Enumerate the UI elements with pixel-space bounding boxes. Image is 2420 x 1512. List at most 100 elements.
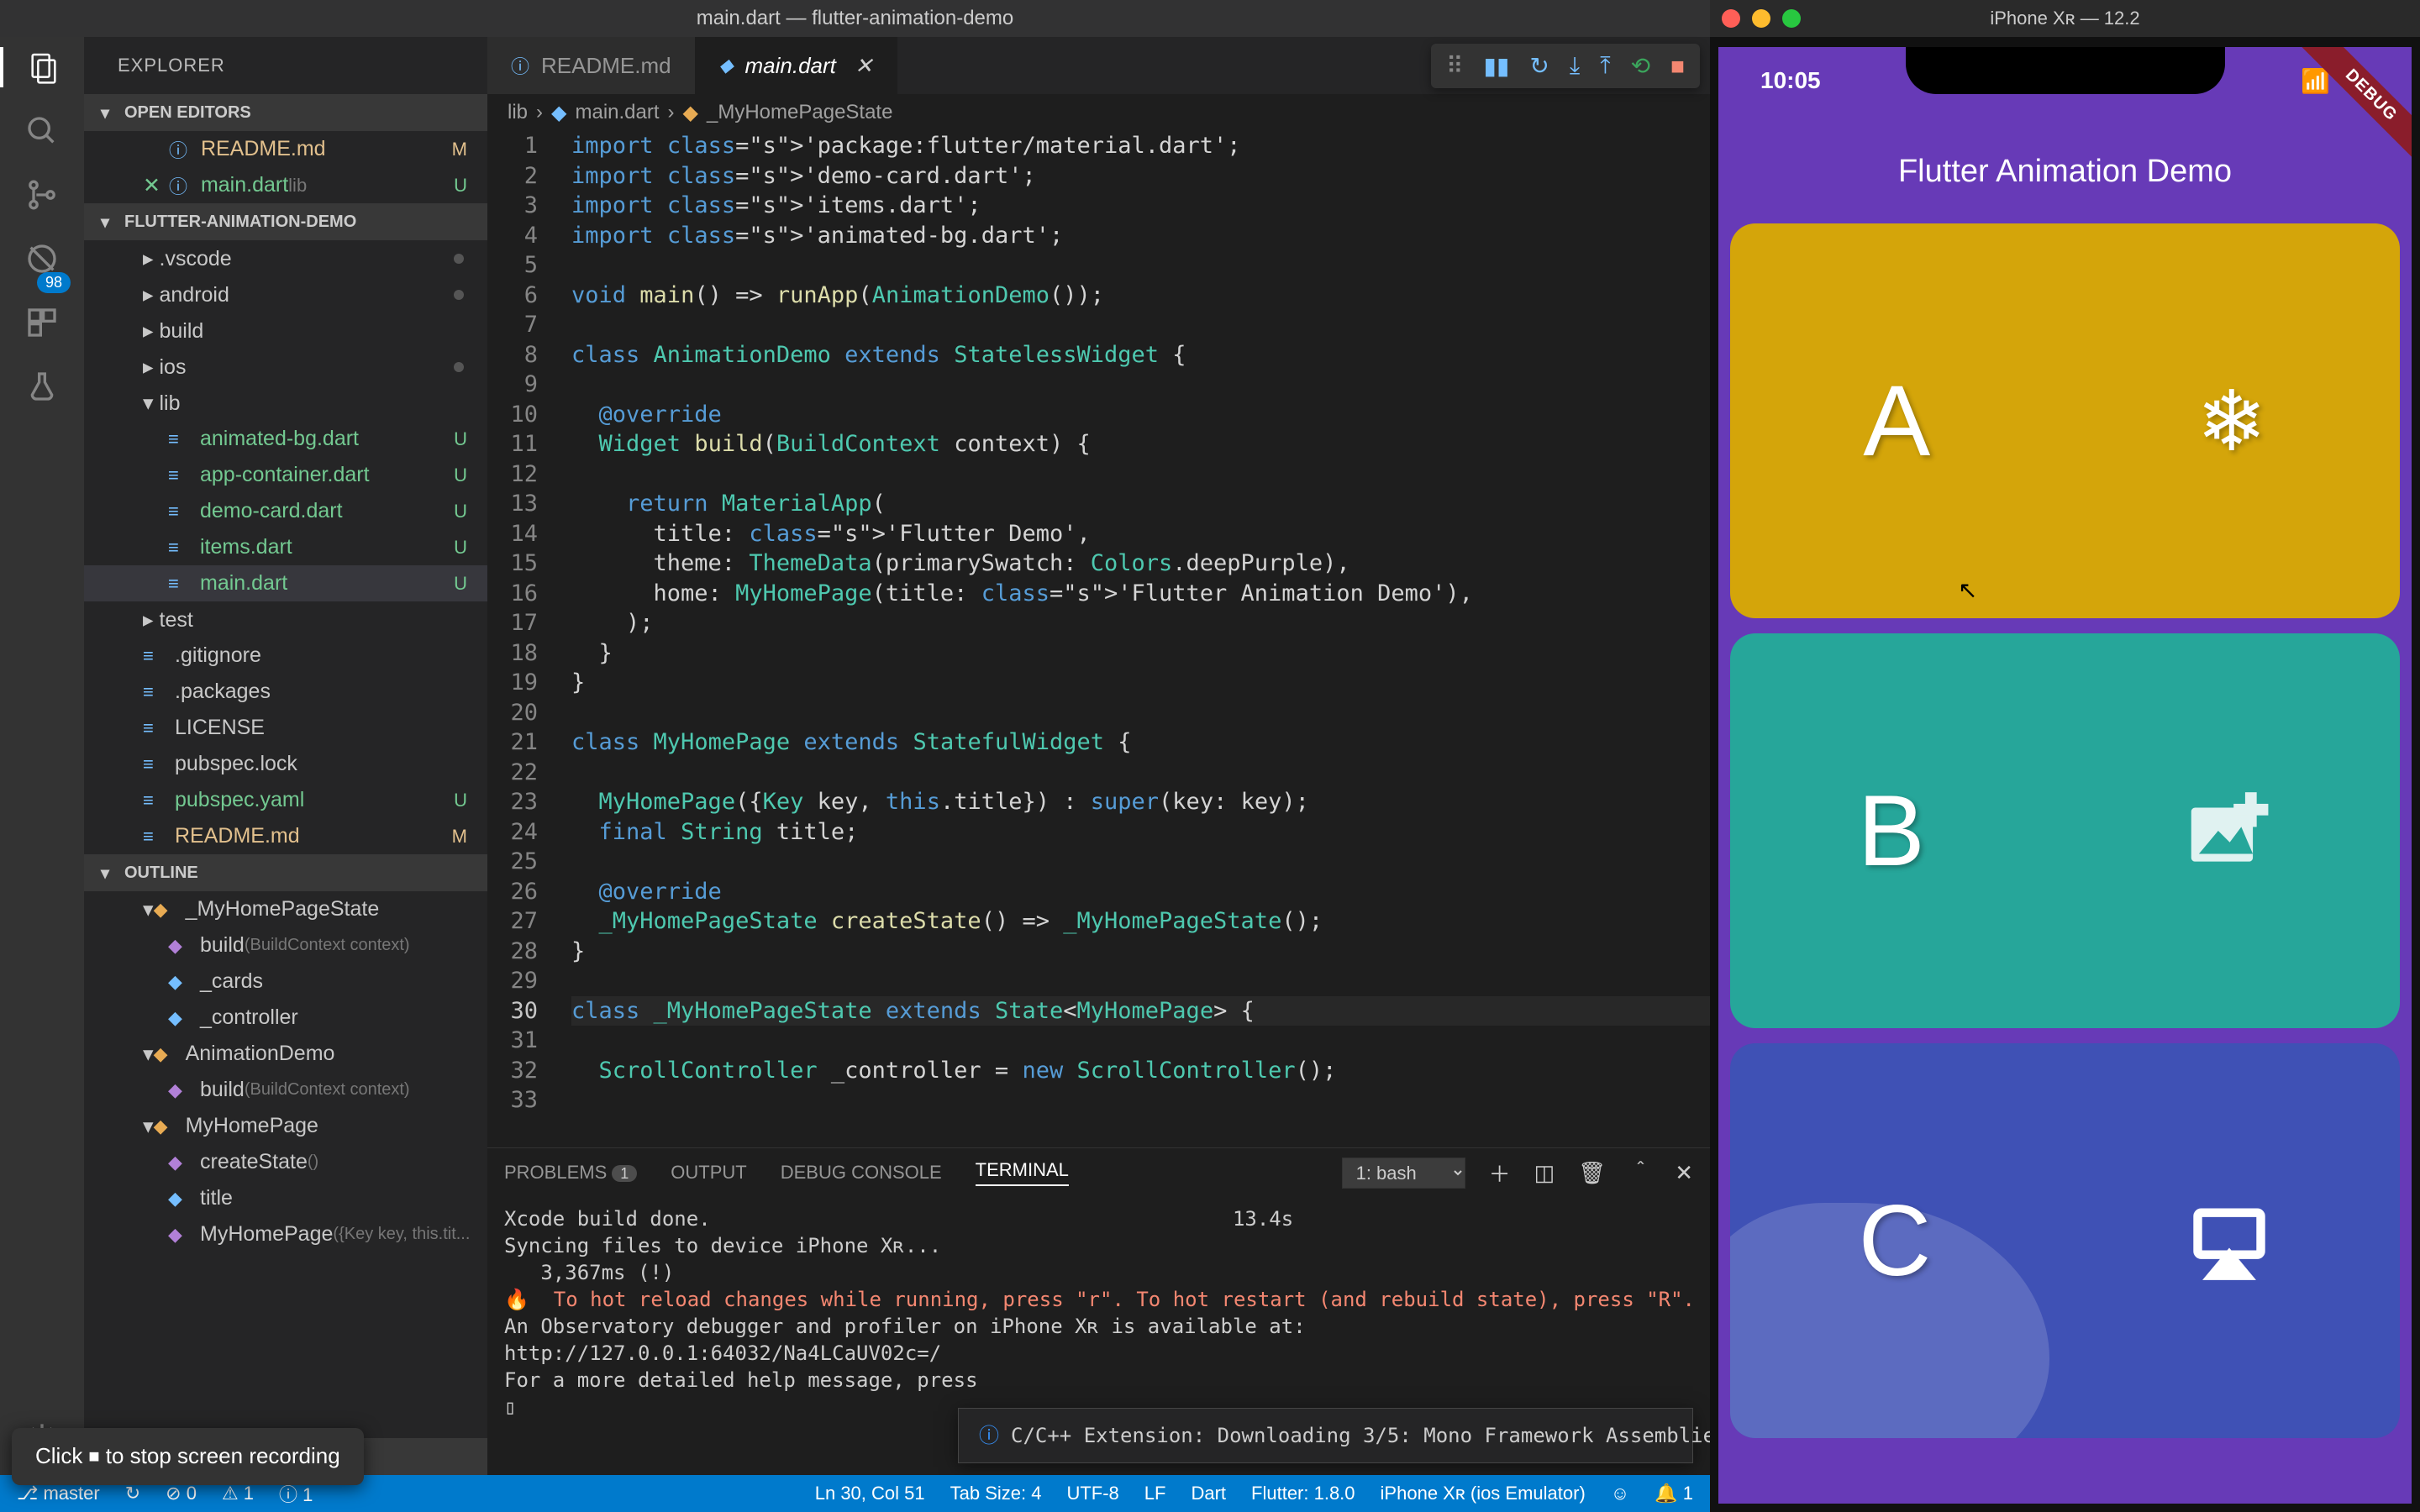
file-item[interactable]: ≡.packages [84,674,487,710]
source-control-icon[interactable] [22,175,62,215]
info-icon: ⓘ [979,1422,999,1449]
maximize-panel-icon[interactable]: ＾ [1629,1158,1651,1189]
flutter-test-icon[interactable] [22,366,62,407]
file-item[interactable]: ≡animated-bg.dartU [84,421,487,457]
outline-item[interactable]: ◆build (BuildContext context) [84,927,487,963]
code-editor[interactable]: 1234567891011121314151617181920212223242… [487,131,1710,1147]
notification-toast[interactable]: ⓘC/C++ Extension: Downloading 3/5: Mono … [958,1408,1693,1463]
git-branch[interactable]: ⎇ master [17,1483,100,1504]
open-editor-item[interactable]: ✕ⓘmain.dart libU [84,167,487,203]
tab-problems[interactable]: PROBLEMS1 [504,1162,637,1184]
screen-recording-notice[interactable]: Click ⏹ to stop screen recording [12,1428,364,1485]
stop-icon[interactable]: ■ [1670,53,1685,80]
file-item[interactable]: ≡items.dartU [84,529,487,565]
image-add-icon [2180,785,2272,877]
status-warnings[interactable]: ⚠ 1 [222,1483,254,1504]
snowflake-icon: ❄ [2196,372,2267,470]
open-editor-item[interactable]: ✕ⓘREADME.mdM [84,131,487,167]
file-item[interactable]: ≡app-container.dartU [84,457,487,493]
file-item[interactable]: ≡.gitignore [84,638,487,674]
pause-icon[interactable]: ▮▮ [1484,52,1510,80]
file-item[interactable]: ≡LICENSE [84,710,487,746]
language-mode[interactable]: Dart [1191,1483,1226,1504]
activity-bar: 98 [0,37,84,1475]
encoding[interactable]: UTF-8 [1066,1483,1118,1504]
flutter-version[interactable]: Flutter: 1.8.0 [1251,1483,1355,1504]
close-panel-icon[interactable]: ✕ [1675,1160,1693,1186]
bottom-panel: PROBLEMS1 OUTPUT DEBUG CONSOLE TERMINAL … [487,1147,1710,1475]
traffic-lights [1722,9,1801,28]
tab-debug-console[interactable]: DEBUG CONSOLE [781,1162,942,1184]
step-in-icon[interactable]: ⤓ [1570,52,1580,80]
drag-handle-icon[interactable]: ⠿ [1446,52,1464,80]
outline-item[interactable]: ◆_controller [84,1000,487,1036]
sync-icon[interactable]: ↻ [125,1483,140,1504]
restart-icon[interactable]: ⟲ [1631,52,1650,80]
step-out-icon[interactable]: ⤒ [1600,52,1610,80]
minimize-window-icon[interactable] [1752,9,1770,28]
tab-output[interactable]: OUTPUT [671,1162,746,1184]
outline-item[interactable]: ▾ ◆AnimationDemo [84,1036,487,1072]
folder-item[interactable]: ▸ build [84,312,487,349]
outline-item[interactable]: ◆title [84,1180,487,1216]
editor-tab[interactable]: ◆main.dart✕ [696,37,897,94]
outline-item[interactable]: ◆createState () [84,1144,487,1180]
breadcrumb[interactable]: lib› ◆main.dart› ◆_MyHomePageState [487,94,1710,131]
close-window-icon[interactable] [1722,9,1740,28]
device-selector[interactable]: iPhone Xʀ (ios Emulator) [1381,1483,1586,1504]
window-titlebar: main.dart — flutter-animation-demo [0,0,1710,37]
mouse-cursor-icon: ↖ [1958,576,1977,604]
outline-item[interactable]: ◆build (BuildContext context) [84,1072,487,1108]
eol[interactable]: LF [1144,1483,1166,1504]
file-item[interactable]: ≡pubspec.yamlU [84,782,487,818]
file-item[interactable]: ≡pubspec.lock [84,746,487,782]
status-errors[interactable]: ⊘ 0 [166,1483,197,1504]
card-c[interactable]: C [1730,1043,2400,1438]
folder-item[interactable]: ▸ ios [84,349,487,385]
folder-item[interactable]: ▸ test [84,601,487,638]
file-item[interactable]: ≡main.dartU [84,565,487,601]
explorer-icon[interactable] [0,47,84,87]
file-item[interactable]: ≡README.mdM [84,818,487,854]
split-terminal-icon[interactable]: ◫ [1534,1160,1555,1186]
editor-tab[interactable]: ⓘREADME.md [487,37,696,94]
new-terminal-icon[interactable]: ＋ [1489,1158,1511,1189]
kill-terminal-icon[interactable]: 🗑 [1578,1160,1606,1186]
file-item[interactable]: ≡demo-card.dartU [84,493,487,529]
airplay-icon [2187,1199,2271,1283]
simulator-titlebar: iPhone Xʀ — 12.2 [1710,0,2420,37]
panel-tab-bar: PROBLEMS1 OUTPUT DEBUG CONSOLE TERMINAL … [487,1148,1710,1197]
outline-item[interactable]: ▾ ◆MyHomePage [84,1108,487,1144]
search-icon[interactable] [22,111,62,151]
cursor-position[interactable]: Ln 30, Col 51 [815,1483,925,1504]
app-bar-title: Flutter Animation Demo [1718,131,2412,212]
outline-header[interactable]: ▾OUTLINE [84,854,487,891]
outline-item[interactable]: ◆MyHomePage ({Key key, this.tit... [84,1216,487,1252]
sidebar: EXPLORER ▾OPEN EDITORS ✕ⓘREADME.mdM✕ⓘmai… [84,37,487,1475]
card-b[interactable]: B [1730,633,2400,1028]
notifications-icon[interactable]: 🔔 1 [1655,1483,1693,1504]
outline-item[interactable]: ▾ ◆_MyHomePageState [84,891,487,927]
extensions-icon[interactable] [22,302,62,343]
tab-size[interactable]: Tab Size: 4 [950,1483,1042,1504]
outline-item[interactable]: ◆_cards [84,963,487,1000]
feedback-icon[interactable]: ☺ [1611,1483,1629,1504]
hot-reload-icon[interactable]: ↻ [1529,52,1549,80]
terminal-selector[interactable]: 1: bash [1342,1158,1465,1189]
tab-terminal[interactable]: TERMINAL [976,1159,1069,1186]
folder-item[interactable]: ▾ lib [84,385,487,421]
debug-icon[interactable] [22,239,62,279]
folder-item[interactable]: ▸ android [84,276,487,312]
card-list[interactable]: A ❄ B C [1730,223,2400,1504]
project-header[interactable]: ▾FLUTTER-ANIMATION-DEMO [84,203,487,240]
terminal-body[interactable]: Xcode build done. 13.4sSyncing files to … [487,1197,1710,1475]
card-a[interactable]: A ❄ [1730,223,2400,618]
phone-screen[interactable]: 10:05 📶🔋 DEBUG Flutter Animation Demo A … [1718,47,2412,1504]
window-title: main.dart — flutter-animation-demo [697,7,1013,30]
open-editors-header[interactable]: ▾OPEN EDITORS [84,94,487,131]
phone-notch [1906,47,2225,94]
maximize-window-icon[interactable] [1782,9,1801,28]
folder-item[interactable]: ▸ .vscode [84,240,487,276]
tab-bar: ⓘREADME.md◆main.dart✕ ⠿ ▮▮ ↻ ⤓ ⤒ ⟲ ■ [487,37,1710,94]
sidebar-title: EXPLORER [84,37,487,94]
